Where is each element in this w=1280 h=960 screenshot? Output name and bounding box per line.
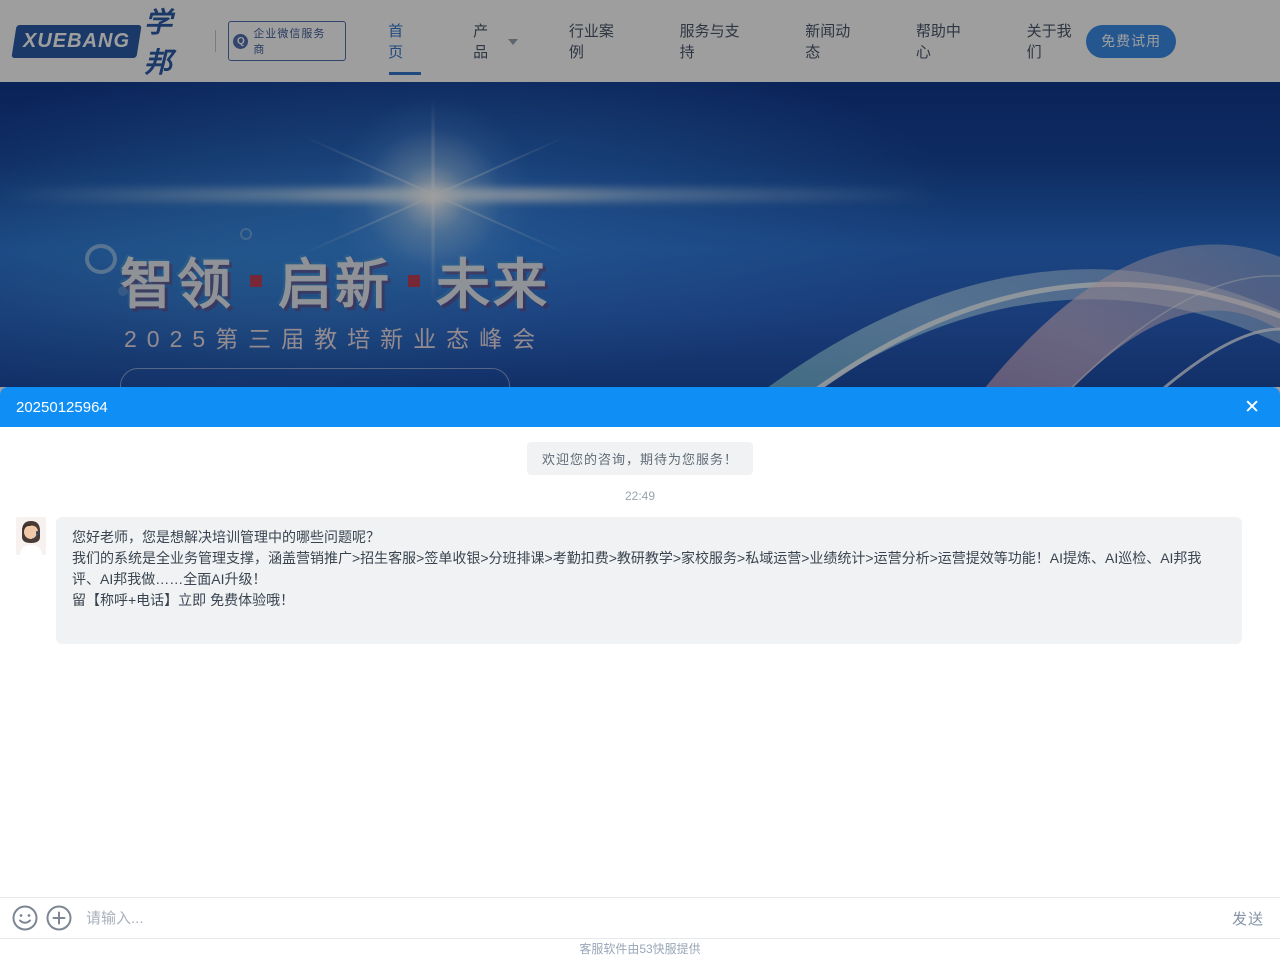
agent-message-row: 您好老师，您是想解决培训管理中的哪些问题呢？ 我们的系统是全业务管理支撑，涵盖营… (16, 517, 1242, 644)
chat-message-area: 欢迎您的咨询，期待为您服务！ 22:49 您好 (0, 427, 1280, 897)
system-welcome-message: 欢迎您的咨询，期待为您服务！ (527, 442, 753, 475)
page: XUEBANG 学邦 Q 企业微信服务商 首 页 产品 行业案例 服务与支持 (0, 0, 1280, 960)
plus-circle-icon (46, 905, 72, 931)
attachment-add-button[interactable] (44, 903, 74, 933)
chat-session-id: 20250125964 (16, 399, 108, 416)
emoji-button[interactable] (10, 903, 40, 933)
close-icon: ✕ (1244, 397, 1260, 418)
agent-message-bubble: 您好老师，您是想解决培训管理中的哪些问题呢？ 我们的系统是全业务管理支撑，涵盖营… (56, 517, 1242, 644)
chat-header: 20250125964 ✕ (0, 387, 1280, 427)
send-button[interactable]: 发送 (1230, 904, 1266, 933)
chat-message-input[interactable] (86, 910, 1230, 927)
chat-input-bar: 发送 (0, 897, 1280, 938)
close-button[interactable]: ✕ (1240, 396, 1264, 419)
emoji-smiley-icon (12, 905, 38, 931)
avatar-illustration (16, 517, 46, 555)
chat-widget: 20250125964 ✕ 欢迎您的咨询，期待为您服务！ 22:49 (0, 387, 1280, 960)
message-line: 留【称呼+电话】立即 免费体验哦！ (72, 590, 1226, 611)
provider-footer: 客服软件由53快服提供 (0, 938, 1280, 960)
provider-note: 客服软件由53快服提供 (579, 942, 700, 956)
agent-avatar (16, 517, 46, 555)
message-timestamp: 22:49 (0, 489, 1280, 503)
message-line: 我们的系统是全业务管理支撑，涵盖营销推广>招生客服>签单收银>分班排课>考勤扣费… (72, 548, 1226, 590)
message-line: 您好老师，您是想解决培训管理中的哪些问题呢？ (72, 527, 1226, 548)
